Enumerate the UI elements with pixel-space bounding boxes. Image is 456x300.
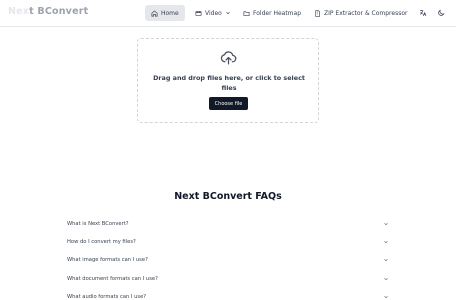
nav-zip-extractor[interactable]: ZIP Extractor & Compressor [308,5,413,21]
nav-zip-extractor-label: ZIP Extractor & Compressor [324,9,408,17]
video-icon [195,10,202,16]
top-navigation-bar: Next BConvert Home Video Folder Heatmap … [0,0,456,27]
faq-item[interactable]: What document formats can I use? [67,270,389,288]
chevron-down-icon [384,259,388,262]
faq-item[interactable]: What audio formats can I use? [67,288,389,300]
home-icon [151,9,158,16]
file-dropzone[interactable]: Drag and drop files here, or click to se… [137,38,319,123]
nav-home[interactable]: Home [145,5,185,21]
chevron-down-icon [384,223,388,226]
faq-question: What audio formats can I use? [67,294,147,300]
dropzone-prompt: Drag and drop files here, or click to se… [153,74,305,92]
faq-question: How do I convert my files? [67,239,136,245]
brand-prefix: Nex [8,6,30,17]
choose-file-button[interactable]: Choose file [209,97,248,110]
faq-question: What document formats can I use? [67,276,158,282]
theme-toggle-button[interactable] [436,7,446,19]
nav-video[interactable]: Video [189,5,237,21]
nav-video-label: Video [205,9,222,17]
nav-home-label: Home [161,9,179,17]
brand-logo[interactable]: Next BConvert [8,6,88,17]
faq-question: What image formats can I use? [67,257,148,263]
faq-title: Next BConvert FAQs [174,191,282,202]
brand-name: BConvert [37,6,89,17]
translate-icon [419,10,427,17]
chevron-down-icon [226,12,230,15]
nav-folder-heatmap[interactable]: Folder Heatmap [237,5,307,21]
faq-item[interactable]: What is Next BConvert? [67,215,389,233]
faq-question: What is Next BConvert? [67,221,129,227]
language-button[interactable] [418,7,428,19]
folder-icon [243,10,250,16]
chevron-down-icon [384,278,388,281]
cloud-upload-icon [220,51,237,65]
faq-item[interactable]: What image formats can I use? [67,251,389,269]
chevron-down-icon [384,296,388,299]
moon-icon [438,9,445,16]
nav-folder-heatmap-label: Folder Heatmap [253,9,302,17]
faq-item[interactable]: How do I convert my files? [67,233,389,251]
chevron-down-icon [384,241,388,244]
file-archive-icon [315,9,320,17]
